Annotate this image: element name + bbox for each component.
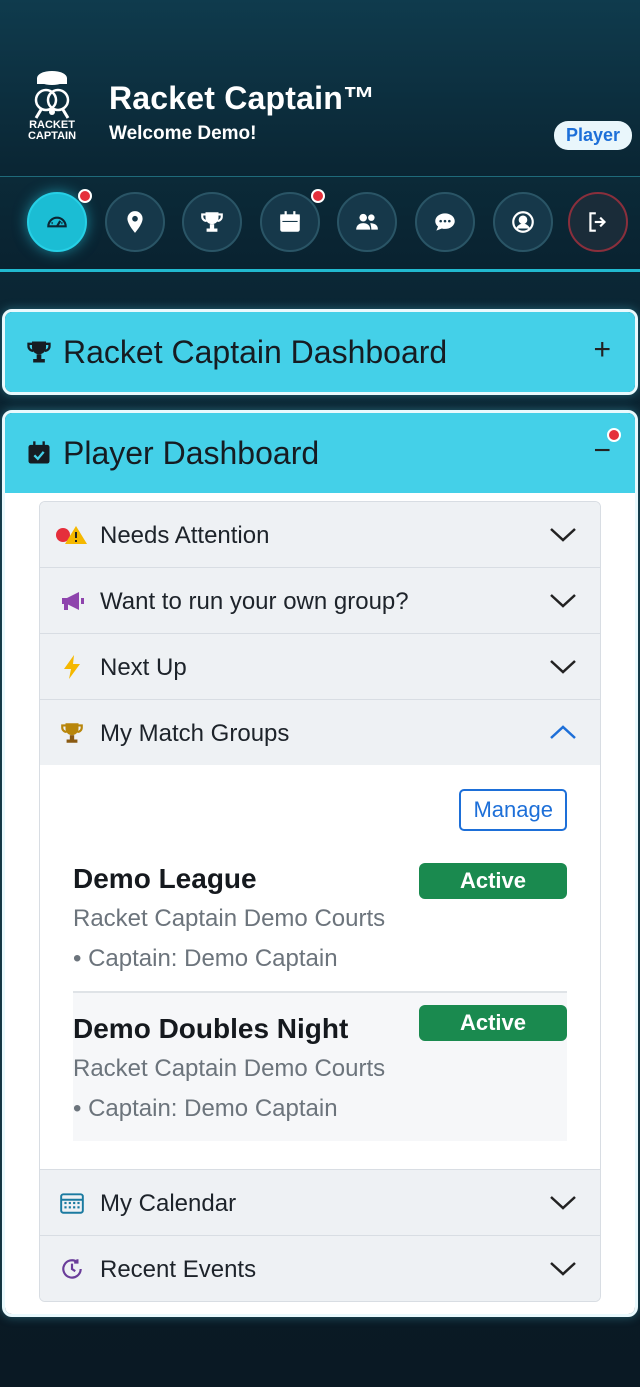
nav-dashboard-button[interactable] [27, 189, 92, 252]
status-badge: Active [419, 863, 567, 899]
chevron-up-icon [550, 725, 576, 739]
warning-alert-icon [54, 522, 90, 548]
people-icon [356, 213, 378, 230]
group-venue: Racket Captain Demo Courts [73, 905, 386, 932]
racket-captain-logo: RACKET CAPTAIN [22, 68, 82, 144]
player-dashboard-card: Player Dashboard − Needs Attention Want … [2, 410, 638, 1317]
chevron-down-icon [550, 1262, 576, 1276]
match-groups-header[interactable]: My Match Groups [40, 700, 600, 765]
next-up-header[interactable]: Next Up [40, 634, 600, 699]
manage-button[interactable]: Manage [459, 789, 567, 831]
chevron-down-icon [550, 660, 576, 674]
dashboard-notification-dot [78, 189, 92, 203]
role-badge: Player [553, 121, 632, 150]
match-groups-body: Manage Demo League Racket Captain Demo C… [40, 765, 600, 1169]
nav-logout-button[interactable] [568, 192, 628, 252]
lightning-icon [54, 654, 90, 680]
accordion-next-up: Next Up [40, 634, 600, 700]
nav-profile-button[interactable] [493, 192, 553, 252]
clock-history-icon [54, 1256, 90, 1282]
trophy-icon [27, 341, 51, 363]
trophy-icon [201, 212, 223, 232]
status-badge: Active [419, 1005, 567, 1041]
match-group-item[interactable]: Demo Doubles Night Racket Captain Demo C… [73, 991, 567, 1141]
nav-calendar-button[interactable] [260, 189, 325, 252]
nav-messages-button[interactable] [415, 192, 475, 252]
calendar-header[interactable]: My Calendar [40, 1170, 600, 1235]
calendar-label: My Calendar [100, 1190, 237, 1217]
racket-captain-dashboard-header[interactable]: Racket Captain Dashboard + [5, 312, 635, 392]
nav-groups-button[interactable] [182, 192, 242, 252]
needs-attention-header[interactable]: Needs Attention [40, 502, 600, 567]
group-captain: • Captain: Demo Captain [73, 1095, 338, 1122]
group-venue: Racket Captain Demo Courts [73, 1055, 386, 1082]
app-header: RACKET CAPTAIN Racket Captain™ Welcome D… [0, 0, 640, 176]
match-group-item[interactable]: Demo League Racket Captain Demo Courts •… [73, 853, 567, 991]
racket-captain-dashboard-card: Racket Captain Dashboard + [2, 309, 638, 395]
accordion-recent-events: Recent Events [40, 1236, 600, 1301]
accordion-run-group: Want to run your own group? [40, 568, 600, 634]
calendar-check-icon [28, 441, 50, 464]
recent-events-label: Recent Events [100, 1256, 257, 1283]
accordion-calendar: My Calendar [40, 1170, 600, 1236]
dashboard-accordion: Needs Attention Want to run your own gro… [39, 501, 601, 1302]
run-group-header[interactable]: Want to run your own group? [40, 568, 600, 633]
next-up-label: Next Up [100, 654, 187, 681]
run-group-label: Want to run your own group? [100, 588, 409, 615]
racket-captain-dashboard-title: Racket Captain Dashboard [63, 334, 448, 370]
recent-events-header[interactable]: Recent Events [40, 1236, 600, 1301]
player-dashboard-notification-dot [607, 428, 621, 442]
accordion-match-groups: My Match Groups Manage Demo League Racke… [40, 700, 600, 1170]
nav-players-button[interactable] [337, 192, 397, 252]
chevron-down-icon [550, 528, 576, 542]
main-nav [0, 176, 640, 272]
megaphone-icon [54, 588, 90, 614]
group-captain: • Captain: Demo Captain [73, 945, 338, 972]
app-title: Racket Captain™ [109, 80, 376, 116]
map-pin-icon [127, 211, 143, 233]
player-dashboard-title: Player Dashboard [63, 435, 320, 471]
calendar-grid-icon [54, 1190, 90, 1216]
logout-icon [589, 212, 607, 232]
player-dashboard-body: Needs Attention Want to run your own gro… [5, 493, 635, 1314]
chevron-down-icon [550, 1196, 576, 1210]
needs-attention-label: Needs Attention [100, 522, 270, 549]
match-groups-label: My Match Groups [100, 720, 290, 747]
user-circle-icon [512, 211, 534, 233]
nav-locations-button[interactable] [105, 192, 165, 252]
chat-icon [435, 213, 455, 231]
accordion-needs-attention: Needs Attention [40, 502, 600, 568]
calendar-notification-dot [311, 189, 325, 203]
welcome-message: Welcome Demo! [109, 123, 257, 144]
gauge-icon [47, 216, 67, 228]
trophy-icon [54, 720, 90, 746]
expand-toggle[interactable]: + [593, 332, 611, 368]
calendar-icon [280, 211, 300, 232]
chevron-down-icon [550, 594, 576, 608]
player-dashboard-header[interactable]: Player Dashboard − [5, 413, 635, 493]
logo-text-line2: CAPTAIN [27, 130, 77, 142]
